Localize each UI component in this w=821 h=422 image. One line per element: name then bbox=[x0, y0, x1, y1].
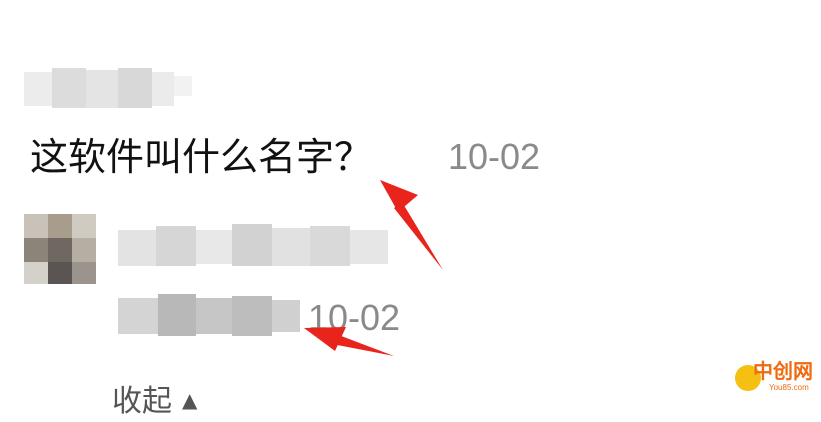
watermark-name: 中创网 bbox=[753, 359, 813, 383]
annotation-arrow-lower bbox=[304, 327, 394, 356]
annotation-arrows bbox=[304, 180, 443, 356]
annotation-arrow-upper bbox=[380, 180, 443, 270]
watermark-url: You85.com bbox=[769, 383, 809, 392]
watermark-logo: 中创网 You85.com bbox=[735, 353, 821, 403]
